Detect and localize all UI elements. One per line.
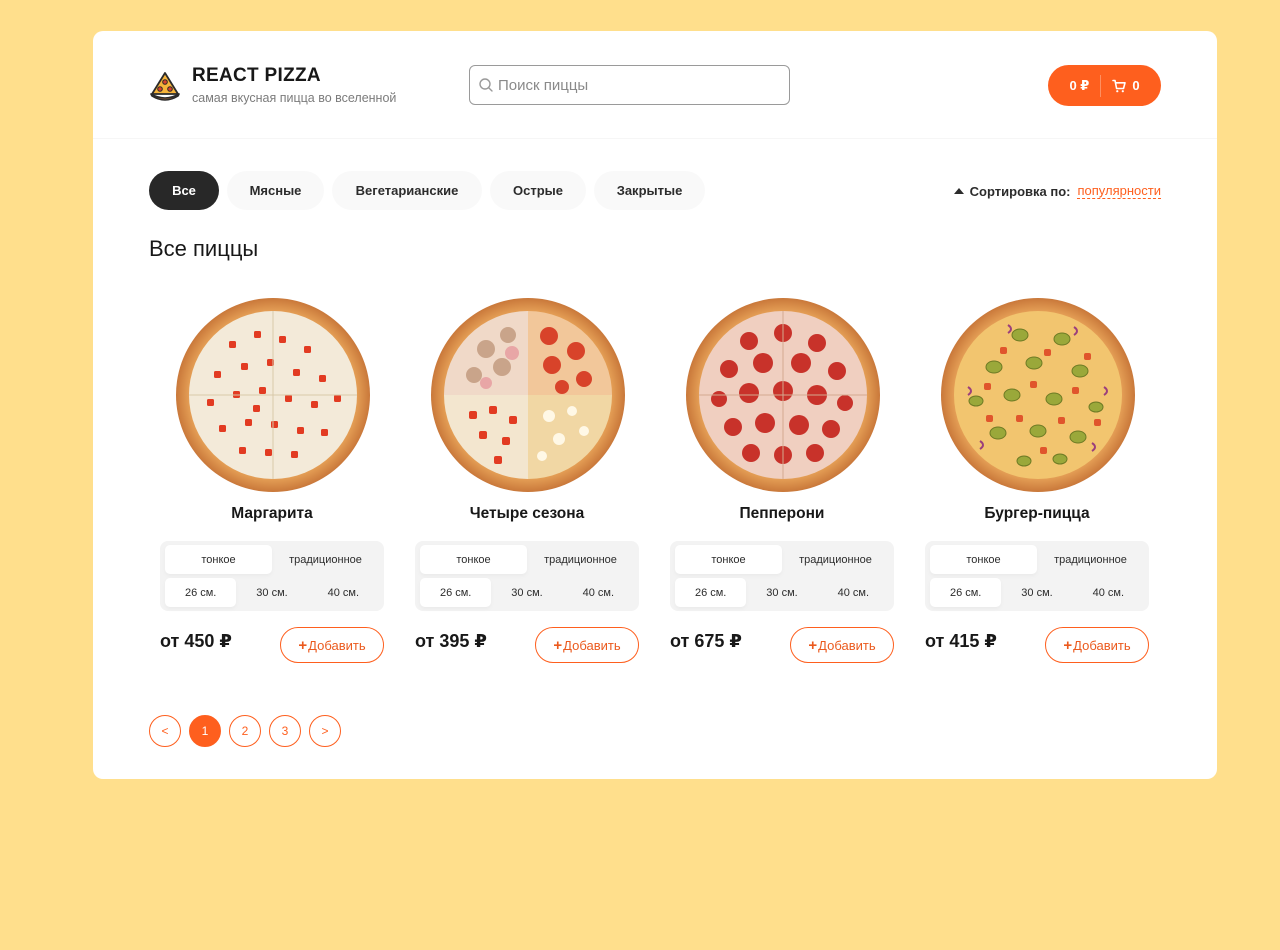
page-next-button[interactable]: > (309, 715, 341, 747)
page-prev-button[interactable]: < (149, 715, 181, 747)
logo-subtitle: самая вкусная пицца во вселенной (192, 91, 397, 105)
add-to-cart-button[interactable]: + Добавить (790, 627, 894, 663)
pizza-image-pepperoni (686, 298, 880, 492)
plus-icon: + (553, 636, 563, 654)
pizza-options: тонкое традиционное 26 см. 30 см. 40 см. (160, 541, 384, 611)
category-meat[interactable]: Мясные (227, 171, 324, 210)
add-to-cart-button[interactable]: + Добавить (535, 627, 639, 663)
pizza-price: от 450 ₽ (160, 631, 232, 651)
sort-label: Сортировка по: (969, 183, 1071, 199)
search-icon (479, 78, 493, 92)
add-button-label: Добавить (818, 637, 876, 653)
size-option[interactable]: 26 см. (675, 578, 747, 607)
content-title: Все пиццы (149, 236, 259, 261)
size-option[interactable]: 30 см. (236, 578, 307, 607)
add-to-cart-button[interactable]: + Добавить (1045, 627, 1149, 663)
header: REACT PIZZA самая вкусная пицца во вселе… (93, 31, 1217, 139)
cart-icon (1112, 79, 1127, 92)
size-option[interactable]: 30 см. (746, 578, 817, 607)
plus-icon: + (298, 636, 308, 654)
pizza-title: Четыре сезона (469, 505, 585, 522)
pizza-price: от 395 ₽ (415, 631, 487, 651)
size-option[interactable]: 26 см. (930, 578, 1002, 607)
dough-option[interactable]: тонкое (675, 545, 782, 574)
cart-count: 0 (1132, 78, 1140, 93)
pizza-options: тонкое традиционное 26 см. 30 см. 40 см. (670, 541, 894, 611)
dough-option[interactable]: тонкое (420, 545, 527, 574)
logo[interactable]: REACT PIZZA самая вкусная пицца во вселе… (149, 65, 396, 105)
pizza-slice-icon (150, 72, 180, 101)
pizza-image-burger (941, 298, 1135, 492)
size-option[interactable]: 40 см. (563, 578, 634, 607)
size-option[interactable]: 30 см. (491, 578, 562, 607)
add-button-label: Добавить (308, 637, 366, 653)
category-spicy[interactable]: Острые (490, 171, 586, 210)
pizza-title: Бургер-пицца (984, 505, 1090, 522)
pizza-title: Пепперони (739, 505, 825, 522)
dough-option[interactable]: тонкое (930, 545, 1037, 574)
pizza-options: тонкое традиционное 26 см. 30 см. 40 см. (415, 541, 639, 611)
pizza-price: от 675 ₽ (670, 631, 742, 651)
category-list: Все Мясные Вегетарианские Острые Закрыты… (149, 171, 713, 210)
dough-option[interactable]: традиционное (1037, 545, 1144, 574)
add-to-cart-button[interactable]: + Добавить (280, 627, 384, 663)
size-option[interactable]: 26 см. (420, 578, 492, 607)
plus-icon: + (1063, 636, 1073, 654)
category-closed[interactable]: Закрытые (594, 171, 705, 210)
sort-value-dropdown[interactable]: популярности (1077, 183, 1161, 199)
page-wrapper: REACT PIZZA самая вкусная пицца во вселе… (93, 31, 1217, 779)
search-box (469, 65, 790, 105)
pizza-options: тонкое традиционное 26 см. 30 см. 40 см. (925, 541, 1149, 611)
size-option[interactable]: 40 см. (1073, 578, 1144, 607)
plus-icon: + (808, 636, 818, 654)
pizza-image-margherita (176, 298, 370, 492)
page-button[interactable]: 2 (229, 715, 261, 747)
pizza-price: от 415 ₽ (925, 631, 997, 651)
dough-option[interactable]: традиционное (782, 545, 889, 574)
pagination: < 1 2 3 > (149, 715, 349, 747)
dough-option[interactable]: традиционное (527, 545, 634, 574)
page-button[interactable]: 1 (189, 715, 221, 747)
sort-control: Сортировка по: популярности (953, 183, 1161, 199)
pizza-title: Маргарита (231, 505, 313, 522)
logo-title: REACT PIZZA (192, 65, 321, 86)
pizza-image-four-seasons (431, 298, 625, 492)
size-option[interactable]: 26 см. (165, 578, 237, 607)
dough-option[interactable]: тонкое (165, 545, 272, 574)
search-input[interactable] (498, 76, 778, 94)
size-option[interactable]: 30 см. (1001, 578, 1072, 607)
dough-option[interactable]: традиционное (272, 545, 379, 574)
size-option[interactable]: 40 см. (818, 578, 889, 607)
caret-up-icon (953, 188, 964, 194)
cart-divider (1100, 74, 1102, 97)
cart-button[interactable]: 0 ₽ 0 (1048, 65, 1161, 106)
category-all[interactable]: Все (149, 171, 219, 210)
size-option[interactable]: 40 см. (308, 578, 379, 607)
add-button-label: Добавить (1073, 637, 1131, 653)
cart-total-price: 0 ₽ (1069, 77, 1090, 93)
page-button[interactable]: 3 (269, 715, 301, 747)
add-button-label: Добавить (563, 637, 621, 653)
category-vegetarian[interactable]: Вегетарианские (332, 171, 482, 210)
